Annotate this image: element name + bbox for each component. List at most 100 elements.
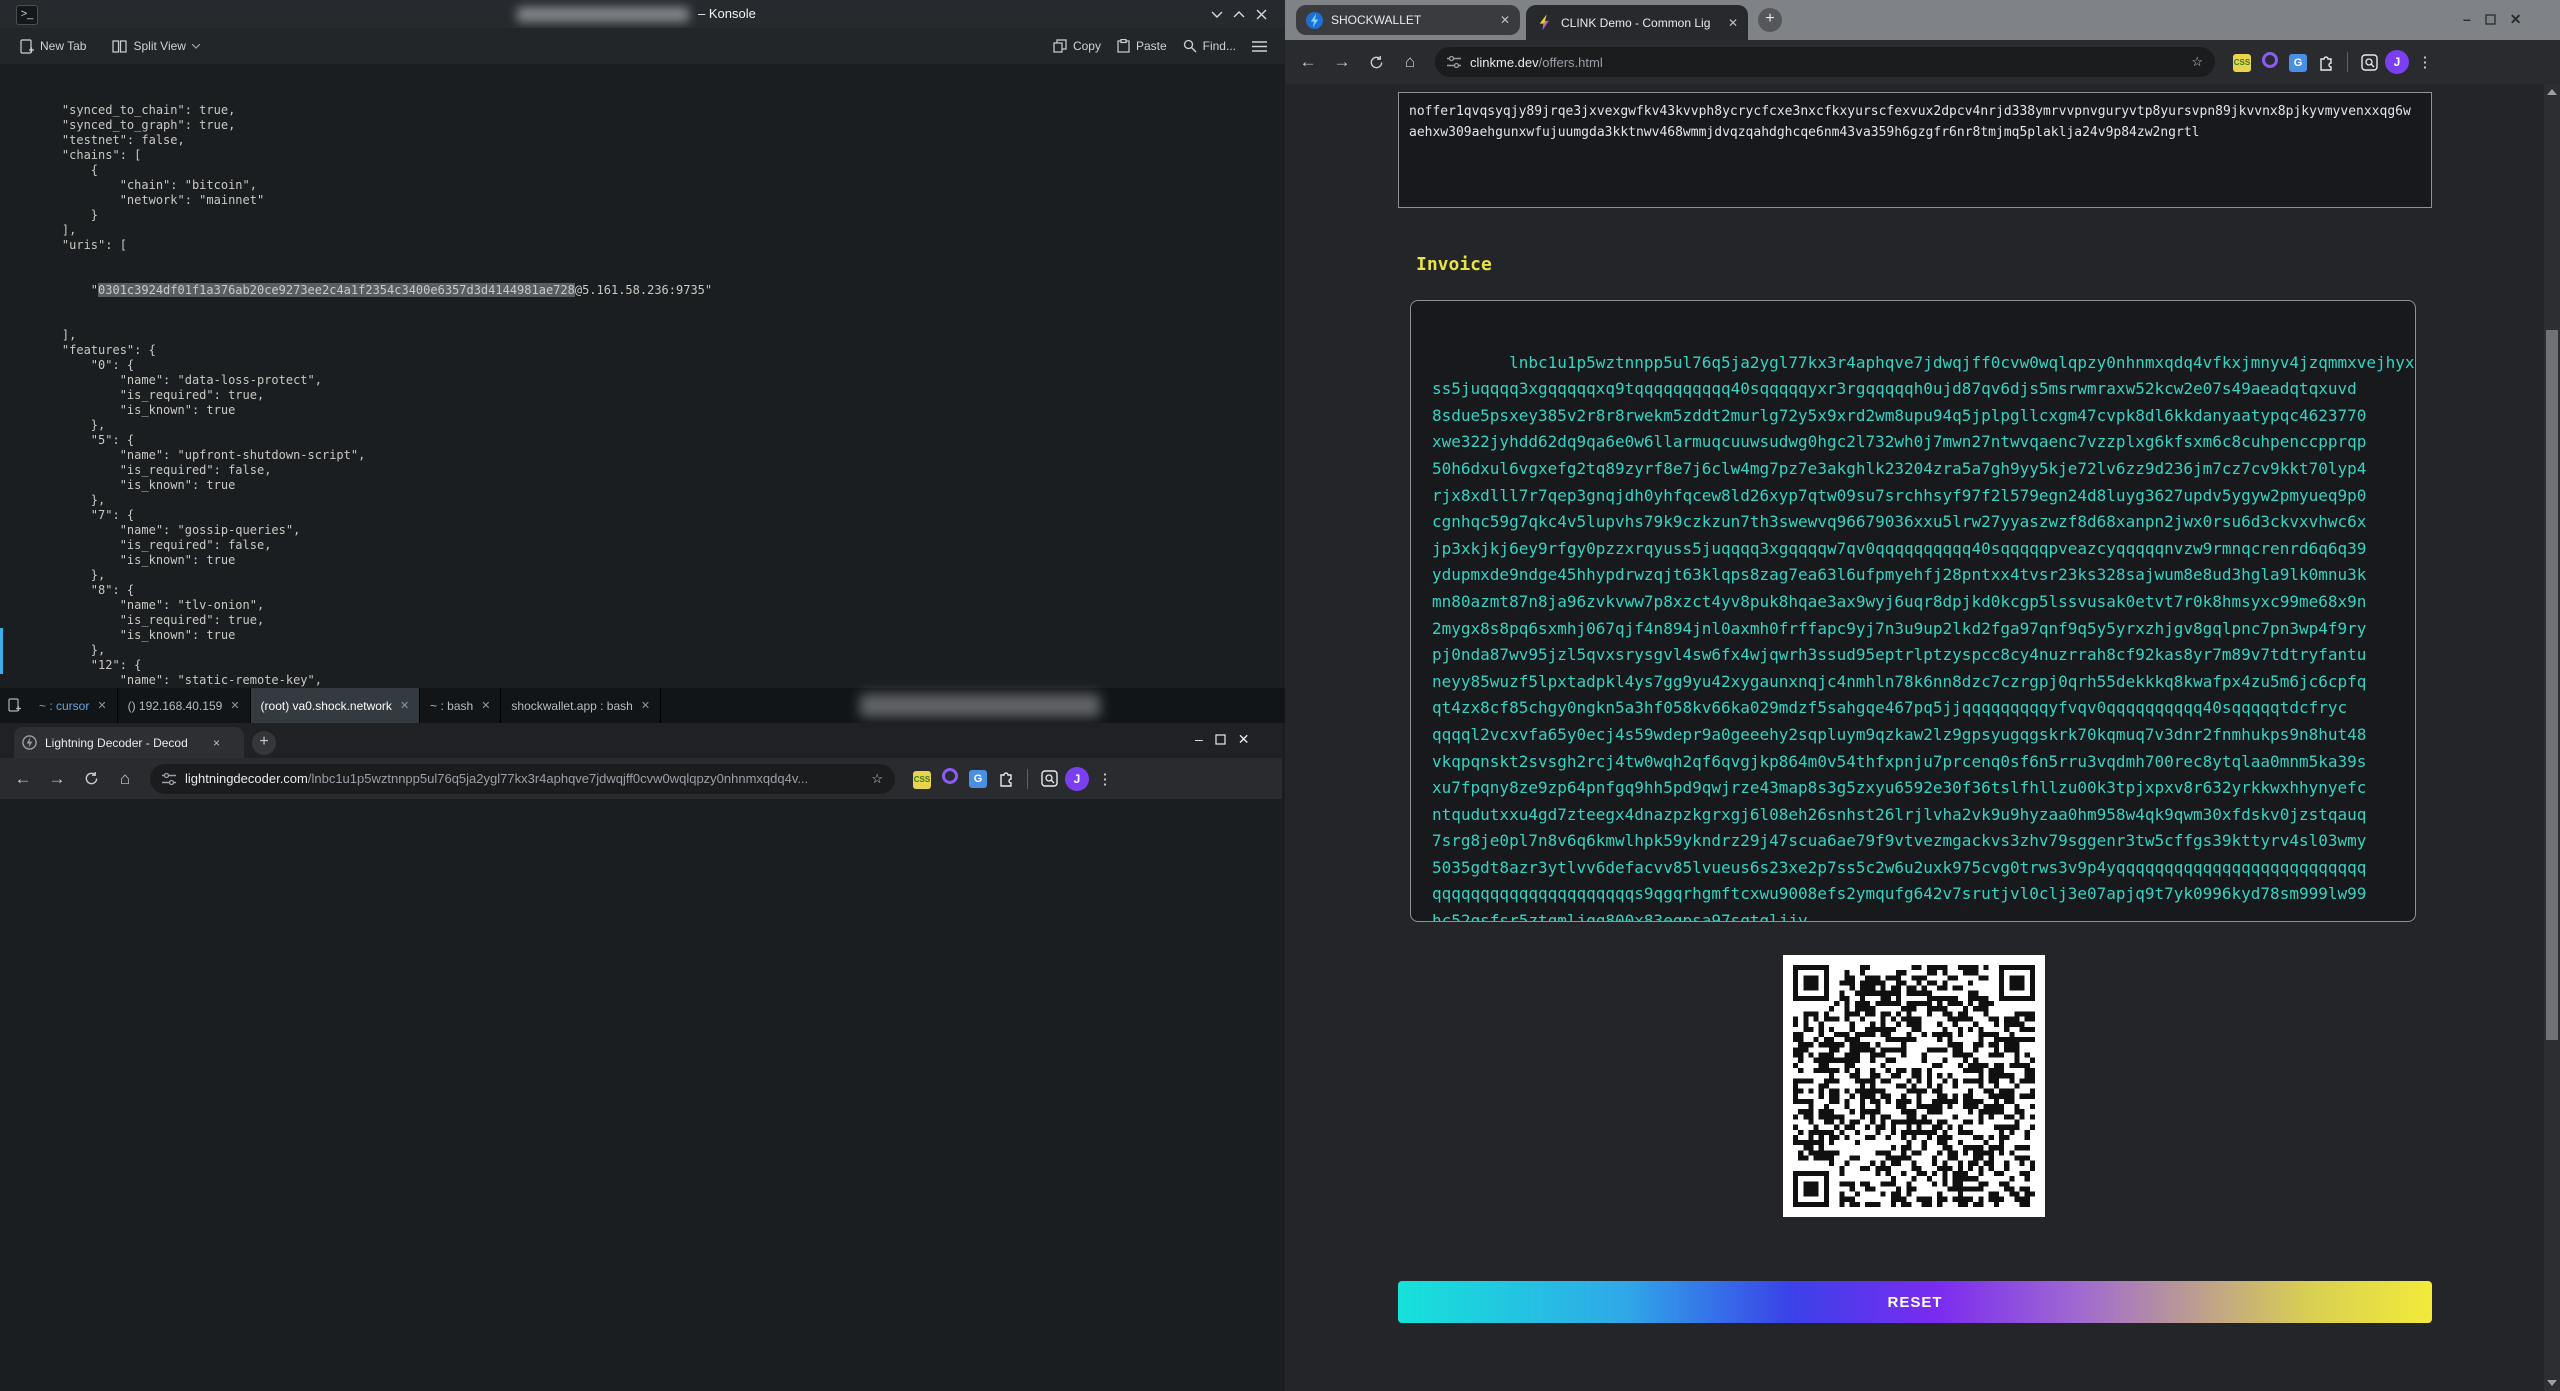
minimize-icon[interactable] xyxy=(1206,5,1228,23)
clink-tab-title: CLINK Demo - Common Lig xyxy=(1561,16,1720,30)
profile-avatar[interactable]: J xyxy=(2384,50,2410,74)
css-extension-icon[interactable]: CSS xyxy=(909,769,935,789)
decoder-url-bar[interactable]: lightningdecoder.com/lnbc1u1p5wztnnpp5ul… xyxy=(150,764,895,794)
page-search-icon[interactable] xyxy=(1036,770,1062,787)
scrollbar[interactable] xyxy=(2544,84,2560,1391)
invoice-text: lnbc1u1p5wztnnpp5ul76q5ja2ygl77kx3r4aphq… xyxy=(1432,353,2416,922)
clink-tabstrip: SHOCKWALLET ✕ CLINK Demo - Common Lig ✕ … xyxy=(1285,0,2560,40)
forward-icon[interactable]: → xyxy=(1325,52,1359,72)
extensions-puzzle-icon[interactable] xyxy=(2313,54,2339,71)
site-info-icon[interactable] xyxy=(1447,56,1461,68)
konsole-window: >_ – Konsole New Tab Split View C xyxy=(0,0,1285,723)
konsole-window-title: – Konsole xyxy=(698,6,756,21)
desktop: >_ – Konsole New Tab Split View C xyxy=(0,0,2560,1391)
paste-button[interactable]: Paste xyxy=(1109,32,1175,60)
scroll-down-arrow[interactable] xyxy=(2547,1380,2557,1386)
back-icon[interactable]: ← xyxy=(6,769,40,789)
copy-button[interactable]: Copy xyxy=(1045,32,1109,60)
close-icon[interactable]: ✕ xyxy=(97,699,106,712)
clink-favicon xyxy=(1536,14,1553,31)
konsole-tab-cursor[interactable]: ~ : cursor✕ xyxy=(29,688,118,723)
forward-icon[interactable]: → xyxy=(40,769,74,789)
minimize-icon[interactable]: – xyxy=(1195,731,1203,748)
paste-label: Paste xyxy=(1136,39,1167,53)
konsole-tab-shockwallet-bash[interactable]: shockwallet.app : bash✕ xyxy=(501,688,661,723)
scroll-up-arrow[interactable] xyxy=(2547,89,2557,95)
split-view-button[interactable]: Split View xyxy=(104,32,207,60)
ring-extension-icon[interactable] xyxy=(937,768,963,789)
close-icon[interactable]: ✕ xyxy=(1500,13,1510,27)
maximize-icon[interactable] xyxy=(1228,5,1250,23)
profile-avatar[interactable]: J xyxy=(1064,767,1090,791)
close-icon[interactable]: ✕ xyxy=(481,699,490,712)
copy-icon xyxy=(1053,39,1067,53)
reload-icon[interactable] xyxy=(74,771,108,786)
lightning-decoder-favicon xyxy=(22,735,37,750)
konsole-title-redacted xyxy=(517,7,689,22)
bookmark-star-icon[interactable]: ☆ xyxy=(2191,54,2203,70)
url-host: clinkme.dev xyxy=(1470,55,1539,70)
maximize-icon[interactable] xyxy=(2485,11,2496,28)
noffer-textarea[interactable]: noffer1qvqsyqjy89jrqe3jxvexgwfkv43kvvph8… xyxy=(1398,92,2432,208)
paste-icon xyxy=(1117,39,1130,53)
url-path: /lnbc1u1p5wztnnpp5ul76q5ja2ygl77kx3r4aph… xyxy=(308,771,808,786)
konsole-toolbar: New Tab Split View Copy Paste Find... xyxy=(0,28,1285,64)
clink-demo-tab[interactable]: CLINK Demo - Common Lig ✕ xyxy=(1526,5,1748,40)
maximize-icon[interactable] xyxy=(1215,731,1226,748)
page-search-icon[interactable] xyxy=(2356,54,2382,71)
url-path: /offers.html xyxy=(1539,55,1603,70)
site-info-icon[interactable] xyxy=(162,773,176,785)
qr-code xyxy=(1783,955,2045,1217)
close-icon[interactable]: ✕ xyxy=(400,699,409,712)
close-icon[interactable]: ✕ xyxy=(1728,16,1738,30)
close-icon[interactable]: ✕ xyxy=(2510,11,2522,28)
invoice-text-box: lnbc1u1p5wztnnpp5ul76q5ja2ygl77kx3r4aphq… xyxy=(1410,300,2416,922)
browser-new-tab-icon[interactable]: + xyxy=(1758,8,1782,32)
find-label: Find... xyxy=(1203,39,1236,53)
terminal-uri-line: "0301c3924df01f1a376ab20ce9273ee2c4a1f23… xyxy=(33,283,1285,298)
new-tab-icon xyxy=(20,39,34,54)
translate-extension-icon[interactable]: G xyxy=(2285,53,2311,72)
new-tab-label: New Tab xyxy=(40,39,86,53)
new-tab-icon[interactable] xyxy=(0,688,29,723)
shockwallet-favicon xyxy=(1306,12,1323,29)
clink-url-bar[interactable]: clinkme.dev/offers.html ☆ xyxy=(1435,47,2215,77)
scrollbar-thumb[interactable] xyxy=(2546,330,2558,1040)
close-icon[interactable]: ✕ xyxy=(1238,731,1250,748)
kebab-menu-icon[interactable]: ⋮ xyxy=(1092,770,1118,788)
kebab-menu-icon[interactable]: ⋮ xyxy=(2412,53,2438,71)
ring-extension-icon[interactable] xyxy=(2257,52,2283,73)
back-icon[interactable]: ← xyxy=(1291,52,1325,72)
close-icon[interactable]: × xyxy=(213,736,220,750)
terminal-output[interactable]: "synced_to_chain": true, "synced_to_grap… xyxy=(0,64,1285,688)
css-extension-icon[interactable]: CSS xyxy=(2229,52,2255,72)
terminal-json-top: "synced_to_chain": true, "synced_to_grap… xyxy=(33,103,1285,253)
decoder-tab[interactable]: Lightning Decoder - Decod × xyxy=(14,727,244,758)
bookmark-star-icon[interactable]: ☆ xyxy=(871,771,883,787)
browser-new-tab-icon[interactable]: + xyxy=(252,731,276,755)
konsole-tab-redacted xyxy=(860,694,1100,717)
konsole-app-icon: >_ xyxy=(16,5,38,25)
minimize-icon[interactable]: – xyxy=(2463,11,2471,28)
home-icon[interactable]: ⌂ xyxy=(1393,52,1427,72)
reset-button[interactable]: RESET xyxy=(1398,1281,2432,1323)
close-icon[interactable]: ✕ xyxy=(230,699,239,712)
shockwallet-tab-title: SHOCKWALLET xyxy=(1331,13,1492,27)
clink-page: noffer1qvqsyqjy89jrqe3jxvexgwfkv43kvvph8… xyxy=(1285,84,2560,1391)
konsole-tab-192-168-40-159[interactable]: () 192.168.40.159✕ xyxy=(118,688,251,723)
close-icon[interactable] xyxy=(1250,5,1272,23)
close-icon[interactable]: ✕ xyxy=(641,699,650,712)
home-icon[interactable]: ⌂ xyxy=(108,769,142,789)
hamburger-menu-icon[interactable] xyxy=(1244,32,1275,60)
url-host: lightningdecoder.com xyxy=(185,771,308,786)
find-button[interactable]: Find... xyxy=(1175,32,1244,60)
new-tab-button[interactable]: New Tab xyxy=(12,32,94,60)
translate-extension-icon[interactable]: G xyxy=(965,769,991,788)
selected-pubkey: 0301c3924df01f1a376ab20ce9273ee2c4a1f235… xyxy=(98,283,575,297)
reload-icon[interactable] xyxy=(1359,55,1393,70)
konsole-titlebar[interactable]: >_ – Konsole xyxy=(0,0,1285,28)
extensions-puzzle-icon[interactable] xyxy=(993,770,1019,787)
konsole-tab-va0-shock-network[interactable]: (root) va0.shock.network✕ xyxy=(251,688,421,723)
konsole-tab-bash[interactable]: ~ : bash✕ xyxy=(420,688,501,723)
shockwallet-tab[interactable]: SHOCKWALLET ✕ xyxy=(1296,5,1520,35)
